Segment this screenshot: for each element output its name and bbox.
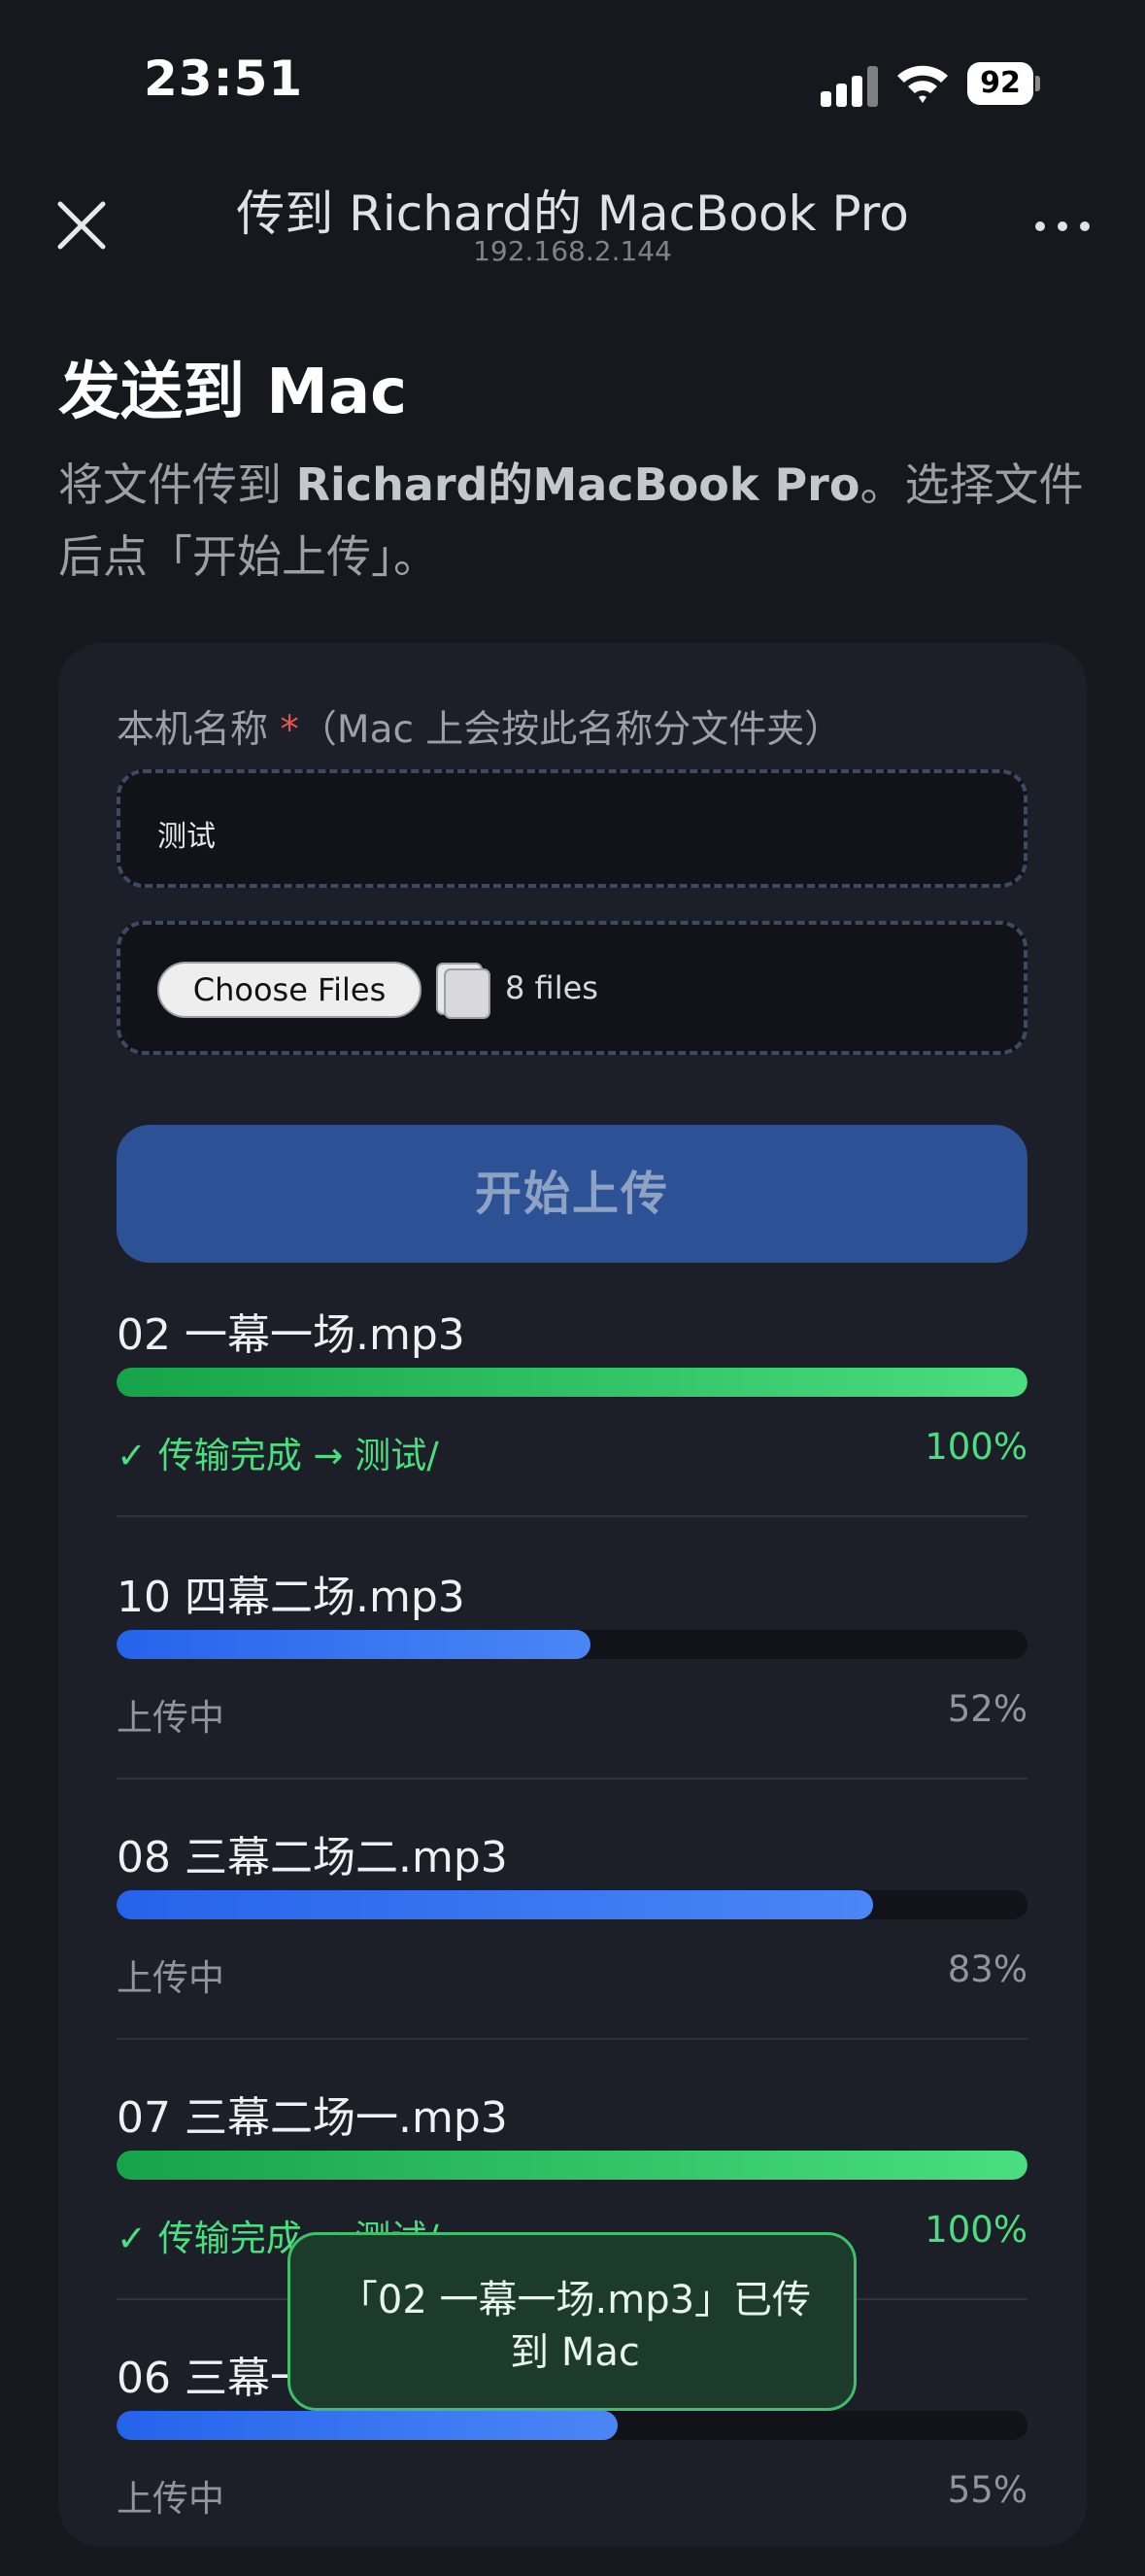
- required-mark: *: [280, 708, 299, 752]
- upload-status: 上传中: [117, 1957, 224, 1999]
- toast-text: 「02 一幕一场.mp3」已传到 Mac: [338, 2278, 812, 2375]
- wifi-icon: [897, 65, 948, 103]
- device-name-input[interactable]: [117, 769, 1027, 888]
- close-icon[interactable]: [51, 194, 113, 256]
- upload-percent: 55%: [947, 2469, 1027, 2511]
- upload-status: 上传中: [117, 1697, 224, 1739]
- page-description: 将文件传到 Richard的MacBook Pro。选择文件后点「开始上传」。: [58, 458, 1084, 583]
- files-stack-icon: [436, 963, 490, 1019]
- battery-icon: 92: [967, 62, 1041, 105]
- divider: [117, 1515, 1027, 1517]
- header-ip-address: 192.168.2.144: [473, 235, 672, 267]
- device-name-value: 测试: [157, 820, 216, 854]
- cellular-signal-icon: [821, 66, 881, 107]
- progress-bar-fill: [117, 1630, 590, 1659]
- nav-header: 传到 Richard的 MacBook Pro 192.168.2.144: [0, 165, 1145, 282]
- files-count: 8 files: [505, 969, 598, 1006]
- choose-files-button[interactable]: Choose Files: [157, 962, 421, 1018]
- upload-file-name: 07 三幕二场一.mp3: [117, 2093, 508, 2143]
- battery-level: 92: [980, 66, 1021, 100]
- page-title: 发送到 Mac: [58, 356, 408, 428]
- progress-bar-fill: [117, 1890, 873, 1919]
- upload-item: 02 一幕一场.mp3 ✓ 传输完成 → 测试/100%: [117, 1300, 1027, 1533]
- progress-bar: [117, 1890, 1027, 1919]
- upload-percent: 100%: [925, 2209, 1027, 2251]
- device-name-label: 本机名称 *（Mac 上会按此名称分文件夹）: [117, 708, 843, 752]
- upload-percent: 100%: [925, 1426, 1027, 1468]
- start-upload-button[interactable]: 开始上传: [117, 1125, 1027, 1263]
- divider: [117, 1778, 1027, 1779]
- divider: [117, 2038, 1027, 2040]
- device-name: Richard的MacBook Pro: [295, 458, 860, 511]
- progress-bar: [117, 2411, 1027, 2440]
- progress-bar-fill: [117, 2151, 1027, 2180]
- progress-bar: [117, 1368, 1027, 1397]
- progress-bar: [117, 2151, 1027, 2180]
- upload-file-name: 10 四幕二场.mp3: [117, 1573, 465, 1622]
- status-time: 23:51: [144, 51, 304, 107]
- upload-percent: 52%: [947, 1688, 1027, 1730]
- progress-bar: [117, 1630, 1027, 1659]
- progress-bar-fill: [117, 1368, 1027, 1397]
- upload-file-name: 02 一幕一场.mp3: [117, 1310, 465, 1360]
- progress-bar-fill: [117, 2411, 618, 2440]
- status-bar: 23:51 92: [0, 0, 1145, 165]
- upload-file-name: 08 三幕二场二.mp3: [117, 1833, 508, 1882]
- upload-item: 08 三幕二场二.mp3 上传中 83%: [117, 1822, 1027, 2055]
- upload-item: 10 四幕二场.mp3 上传中 52%: [117, 1562, 1027, 1795]
- toast-notification: 「02 一幕一场.mp3」已传到 Mac: [287, 2232, 857, 2411]
- upload-percent: 83%: [947, 1949, 1027, 1990]
- more-options-icon[interactable]: [1031, 206, 1094, 245]
- upload-status: ✓ 传输完成 → 测试/: [117, 1435, 439, 1476]
- upload-status: 上传中: [117, 2478, 224, 2520]
